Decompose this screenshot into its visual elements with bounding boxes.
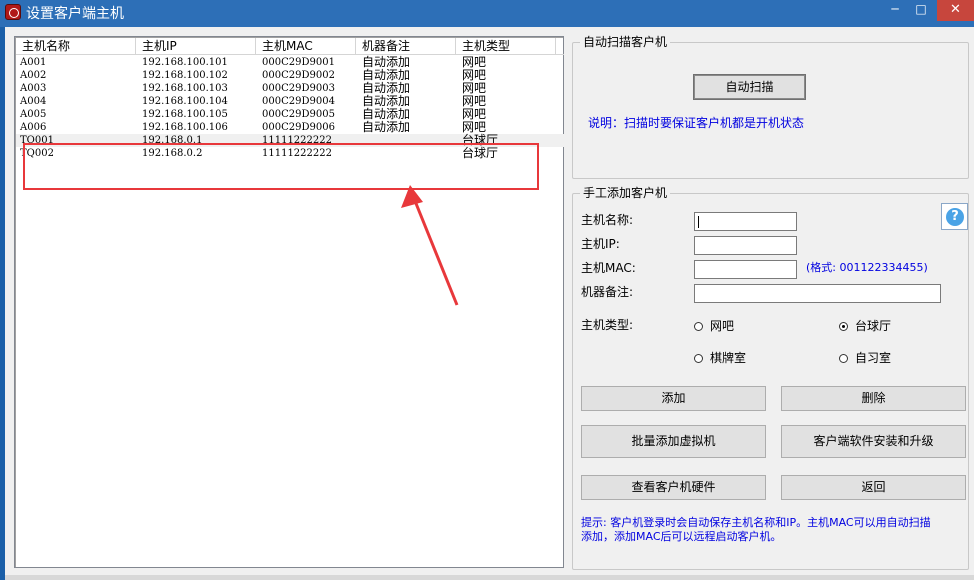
- remark-label: 机器备注:: [581, 285, 634, 299]
- radio-label: 台球厅: [855, 319, 892, 333]
- cell-host-mac: 000C29D9006: [262, 122, 335, 133]
- question-icon: ?: [946, 208, 964, 226]
- cell-host-mac: 000C29D9003: [262, 83, 335, 94]
- radio-label: 自习室: [855, 351, 892, 365]
- back-button[interactable]: 返回: [781, 475, 966, 500]
- cell-host-name: A003: [20, 83, 47, 94]
- manual-add-group: 手工添加客户机 主机名称: 主机IP: 主机MAC: (格式: 00112233…: [572, 185, 969, 570]
- auto-scan-group: 自动扫描客户机 自动扫描 说明：扫描时要保证客户机都是开机状态: [572, 34, 969, 179]
- text-caret: [698, 216, 699, 228]
- minimize-button[interactable]: ─: [882, 0, 908, 21]
- cell-remark: 自动添加: [362, 120, 411, 134]
- cell-host-name: A005: [20, 109, 47, 120]
- host-name-label: 主机名称:: [581, 213, 634, 227]
- manual-add-group-title: 手工添加客户机: [580, 185, 671, 201]
- app-icon: [5, 4, 21, 20]
- client-install-upgrade-button[interactable]: 客户端软件安装和升级: [781, 425, 966, 458]
- column-header-host-name[interactable]: 主机名称: [16, 38, 136, 55]
- column-header-host-ip[interactable]: 主机IP: [136, 38, 256, 55]
- auto-scan-button[interactable]: 自动扫描: [693, 74, 806, 100]
- radio-icon: [694, 354, 703, 363]
- radio-type-study-room[interactable]: 自习室: [839, 349, 891, 366]
- add-button[interactable]: 添加: [581, 386, 766, 411]
- window-title: 设置客户端主机: [26, 6, 124, 22]
- radio-type-chess-room[interactable]: 棋牌室: [694, 349, 746, 366]
- cell-host-name: A006: [20, 122, 47, 133]
- radio-icon: [694, 322, 703, 331]
- cell-host-mac: 000C29D9005: [262, 109, 335, 120]
- maximize-button[interactable]: □: [908, 0, 934, 21]
- column-header-remark[interactable]: 机器备注: [356, 38, 456, 55]
- host-list[interactable]: 主机名称 主机IP 主机MAC 机器备注 主机类型 A001 192.168.1…: [14, 36, 564, 568]
- title-bar: 设置客户端主机 ─ □ ✕: [0, 0, 974, 27]
- host-name-field[interactable]: [694, 212, 797, 231]
- radio-label: 网吧: [710, 319, 735, 333]
- annotation-arrow-icon: [401, 185, 459, 306]
- column-header-host-type[interactable]: 主机类型: [456, 38, 556, 55]
- view-hardware-button[interactable]: 查看客户机硬件: [581, 475, 766, 500]
- host-type-label: 主机类型:: [581, 318, 634, 332]
- help-button[interactable]: ?: [941, 203, 968, 230]
- cell-host-name: A002: [20, 70, 47, 81]
- cell-host-name: A004: [20, 96, 47, 107]
- tip-line-2: 添加，添加MAC后可以远程启动客户机。: [581, 530, 782, 543]
- dialog-client-area: 主机名称 主机IP 主机MAC 机器备注 主机类型 A001 192.168.1…: [5, 27, 974, 575]
- host-mac-field[interactable]: [694, 260, 797, 279]
- remark-field[interactable]: [694, 284, 941, 303]
- radio-type-billiards[interactable]: 台球厅: [839, 317, 891, 334]
- cell-host-mac: 000C29D9004: [262, 96, 335, 107]
- bottom-border: [5, 575, 974, 580]
- radio-type-netcafe[interactable]: 网吧: [694, 317, 734, 334]
- host-ip-field[interactable]: [694, 236, 797, 255]
- cell-host-ip: 192.168.100.106: [142, 122, 228, 133]
- column-header-host-mac[interactable]: 主机MAC: [256, 38, 356, 55]
- batch-add-vm-button[interactable]: 批量添加虚拟机: [581, 425, 766, 458]
- cell-host-mac: 000C29D9001: [262, 57, 335, 68]
- radio-selected-icon: [839, 322, 848, 331]
- radio-label: 棋牌室: [710, 351, 747, 365]
- auto-scan-group-title: 自动扫描客户机: [580, 34, 671, 50]
- auto-scan-note: 说明：扫描时要保证客户机都是开机状态: [588, 116, 805, 130]
- radio-icon: [839, 354, 848, 363]
- close-button[interactable]: ✕: [937, 0, 974, 21]
- cell-host-ip: 192.168.100.102: [142, 70, 228, 81]
- delete-button[interactable]: 删除: [781, 386, 966, 411]
- mac-format-hint: (格式: 001122334455): [806, 261, 928, 274]
- cell-host-ip: 192.168.100.101: [142, 57, 228, 68]
- cell-host-ip: 192.168.100.105: [142, 109, 228, 120]
- cell-host-mac: 000C29D9002: [262, 70, 335, 81]
- cell-host-name: A001: [20, 57, 47, 68]
- cell-host-ip: 192.168.100.104: [142, 96, 228, 107]
- cell-host-ip: 192.168.100.103: [142, 83, 228, 94]
- host-ip-label: 主机IP:: [581, 237, 620, 251]
- host-list-header: 主机名称 主机IP 主机MAC 机器备注 主机类型: [16, 38, 564, 55]
- host-mac-label: 主机MAC:: [581, 261, 636, 275]
